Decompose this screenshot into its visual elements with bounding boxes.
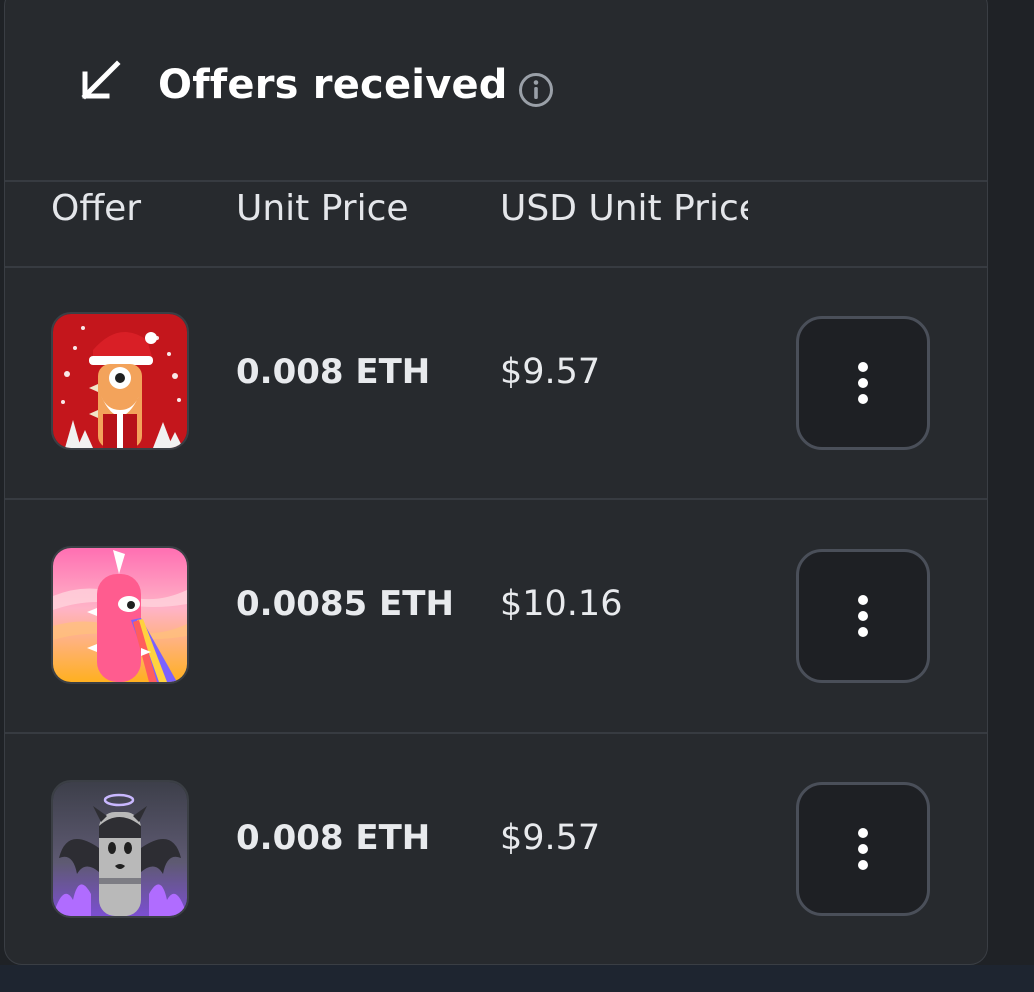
- christmas-creature-image: [53, 314, 187, 448]
- unit-price: 0.008 ETH: [236, 352, 431, 392]
- unit-price: 0.008 ETH: [236, 818, 431, 858]
- row-options-button[interactable]: [796, 782, 930, 916]
- row-options-button[interactable]: [796, 316, 930, 450]
- nft-thumbnail[interactable]: [51, 546, 189, 684]
- pink-creature-image: [53, 548, 187, 682]
- info-icon[interactable]: [518, 72, 554, 108]
- column-header-offer: Offer: [51, 188, 142, 229]
- dark-winged-creature-image: [53, 782, 187, 916]
- row-options-button[interactable]: [796, 549, 930, 683]
- column-header-unit-price: Unit Price: [236, 188, 409, 229]
- usd-unit-price: $10.16: [500, 584, 623, 624]
- header-divider: [5, 180, 987, 182]
- usd-unit-price: $9.57: [500, 818, 601, 858]
- panel-header: Offers received: [5, 1, 987, 169]
- offers-received-panel: Offers received Offer Unit Price USD Uni…: [4, 0, 988, 965]
- usd-unit-price: $9.57: [500, 352, 601, 392]
- arrow-down-left-icon: [81, 60, 121, 100]
- panel-title: Offers received: [158, 62, 508, 108]
- unit-price: 0.0085 ETH: [236, 584, 454, 624]
- table-row: 0.0085 ETH $10.16: [5, 500, 987, 732]
- more-vertical-icon: [858, 828, 868, 870]
- table-row: 0.008 ETH $9.57: [5, 268, 987, 500]
- table-row: 0.008 ETH $9.57: [5, 734, 987, 964]
- column-header-usd-unit-price: USD Unit Price: [500, 188, 748, 229]
- bottom-bar: [0, 965, 1034, 992]
- more-vertical-icon: [858, 595, 868, 637]
- nft-thumbnail[interactable]: [51, 780, 189, 918]
- nft-thumbnail[interactable]: [51, 312, 189, 450]
- more-vertical-icon: [858, 362, 868, 404]
- background-strip: [988, 0, 1034, 965]
